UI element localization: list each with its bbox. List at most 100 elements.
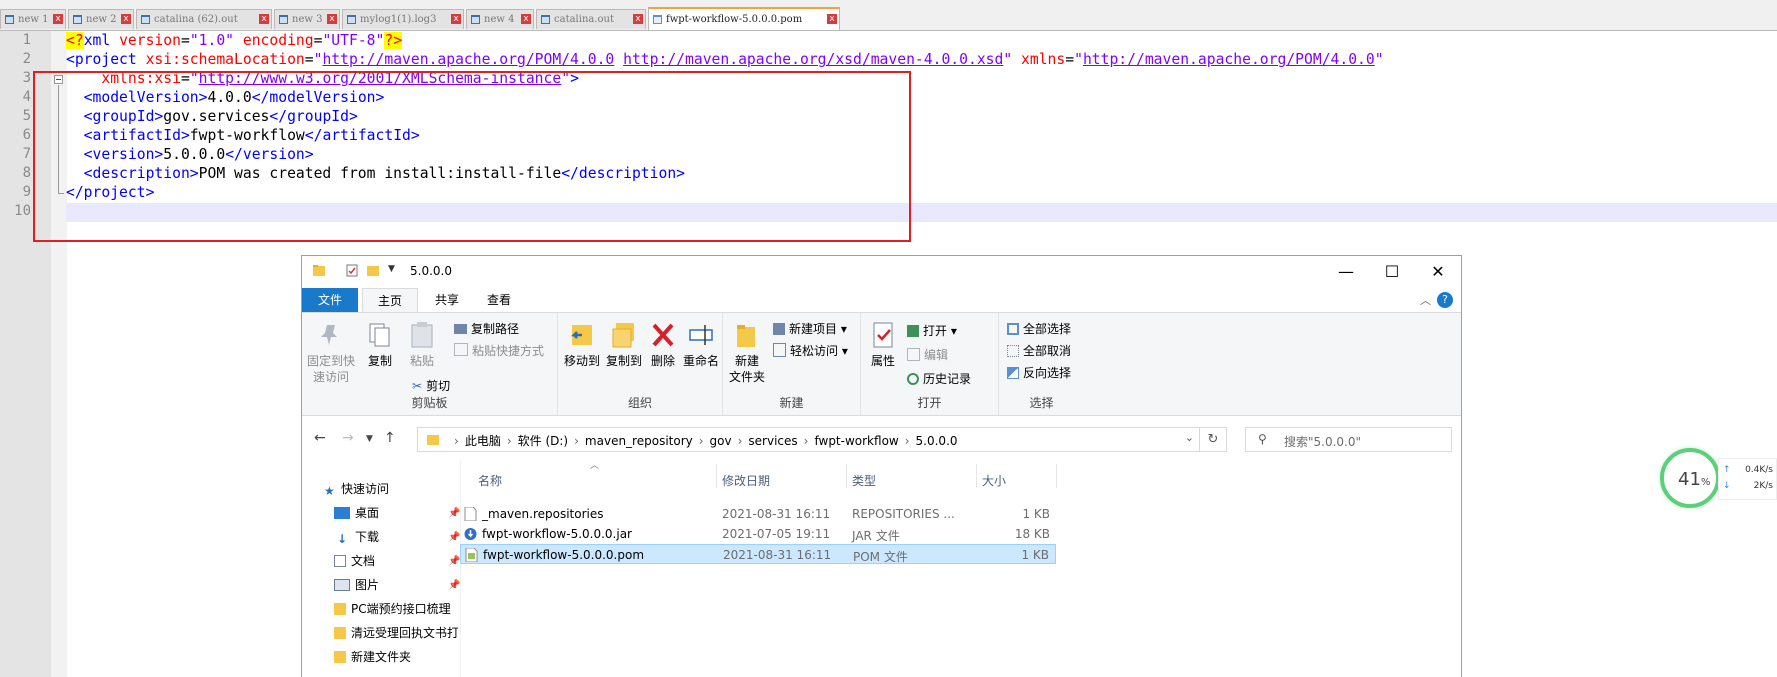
properties-icon[interactable] bbox=[345, 264, 359, 277]
nav-downloads[interactable]: ↓ 下载 bbox=[334, 528, 379, 545]
code-line-2[interactable]: <project xsi:schemaLocation="http://mave… bbox=[66, 51, 1384, 68]
close-icon[interactable]: x bbox=[451, 14, 461, 24]
tab-fwpt-workflow-pom[interactable]: fwpt-workflow-5.0.0.0.pom x bbox=[648, 7, 840, 30]
url-link[interactable]: http://maven.apache.org/xsd/maven-4.0.0.… bbox=[623, 51, 1003, 68]
column-header-size[interactable]: 大小 bbox=[982, 472, 1006, 489]
close-icon[interactable]: x bbox=[827, 14, 837, 24]
tab-new-1[interactable]: new 1 x bbox=[0, 9, 66, 29]
back-arrow-icon[interactable]: ← bbox=[314, 430, 326, 446]
paste-button[interactable]: 粘贴 bbox=[404, 321, 440, 369]
network-monitor-widget[interactable]: 41% ↑ 0.4K/s ↓ 2K/s bbox=[1660, 448, 1777, 512]
nav-folder-pc-appointment[interactable]: PC端预约接口梳理 bbox=[334, 600, 451, 617]
easy-access-button[interactable]: 轻松访问 ▾ bbox=[773, 342, 848, 359]
chevron-down-icon[interactable]: ▼ bbox=[366, 434, 373, 444]
column-header-name[interactable]: 名称 bbox=[478, 472, 502, 489]
nav-label: 桌面 bbox=[355, 506, 380, 520]
search-input[interactable]: ⚲ 搜索"5.0.0.0" bbox=[1245, 427, 1452, 452]
tab-catalina-62[interactable]: catalina (62).out x bbox=[136, 9, 272, 29]
close-icon[interactable]: x bbox=[633, 14, 643, 24]
select-none-button[interactable]: 全部取消 bbox=[1007, 342, 1071, 359]
column-header-modified[interactable]: 修改日期 bbox=[722, 472, 770, 489]
new-folder-button[interactable]: 新建 文件夹 bbox=[727, 321, 767, 385]
table-row-selected[interactable]: fwpt-workflow-5.0.0.0.pom 2021-08-31 16:… bbox=[460, 544, 1056, 564]
edit-button[interactable]: 编辑 bbox=[907, 346, 948, 363]
pin-icon[interactable]: 📌 bbox=[448, 532, 460, 543]
nav-documents[interactable]: 文档 bbox=[334, 552, 375, 569]
pin-icon[interactable]: 📌 bbox=[448, 580, 460, 591]
nav-quick-access[interactable]: ★ 快速访问 bbox=[324, 480, 389, 498]
pin-icon[interactable]: 📌 bbox=[448, 508, 460, 519]
properties-button[interactable]: 属性 bbox=[867, 321, 899, 369]
tab-label: catalina.out bbox=[554, 14, 614, 25]
crumb-drive-d[interactable]: 软件 (D:) bbox=[518, 434, 568, 448]
chevron-up-icon[interactable]: ︿ bbox=[1420, 292, 1431, 308]
tab-new-4[interactable]: new 4 x bbox=[466, 9, 534, 29]
address-box[interactable]: › 此电脑 › 软件 (D:) › maven_repository › gov › servic… bbox=[417, 427, 1227, 452]
up-arrow-icon[interactable]: ↑ bbox=[384, 430, 396, 446]
history-button[interactable]: 历史记录 bbox=[907, 370, 971, 387]
tab-new-3[interactable]: new 3 x bbox=[274, 9, 340, 29]
crumb-fwpt-workflow[interactable]: fwpt-workflow bbox=[814, 434, 898, 448]
delete-button[interactable]: 删除 bbox=[648, 321, 678, 369]
tab-view[interactable]: 查看 bbox=[474, 288, 524, 312]
table-row[interactable]: fwpt-workflow-5.0.0.0.jar 2021-07-05 19:… bbox=[460, 524, 1056, 544]
column-divider[interactable] bbox=[846, 464, 847, 488]
open-button[interactable]: 打开 ▾ bbox=[907, 322, 957, 339]
invert-selection-button[interactable]: 反向选择 bbox=[1007, 364, 1071, 381]
copy-to-button[interactable]: 复制到 bbox=[604, 321, 644, 369]
close-icon[interactable]: x bbox=[259, 14, 269, 24]
close-icon[interactable]: x bbox=[327, 14, 337, 24]
new-item-button[interactable]: 新建项目 ▾ bbox=[773, 320, 847, 337]
refresh-icon[interactable]: ↻ bbox=[1199, 428, 1226, 451]
chevron-down-icon[interactable]: ▼ bbox=[388, 264, 402, 277]
maximize-button[interactable]: ☐ bbox=[1369, 256, 1415, 288]
code-line-1[interactable]: <?xml version="1.0" encoding="UTF-8"?> bbox=[66, 32, 403, 49]
select-all-button[interactable]: 全部选择 bbox=[1007, 320, 1071, 337]
crumb-5000[interactable]: 5.0.0.0 bbox=[916, 434, 958, 448]
title-bar[interactable]: ▼ 5.0.0.0 — ☐ ✕ bbox=[302, 256, 1461, 288]
copy-button[interactable]: 复制 bbox=[362, 321, 398, 369]
nav-pictures[interactable]: 图片 bbox=[334, 576, 379, 593]
copy-path-button[interactable]: 复制路径 bbox=[454, 320, 519, 337]
tab-home[interactable]: 主页 bbox=[362, 288, 418, 312]
url-link[interactable]: http://maven.apache.org/POM/4.0.0 bbox=[322, 51, 614, 68]
tab-catalina[interactable]: catalina.out x bbox=[536, 9, 646, 29]
pin-quick-access-button[interactable]: 固定到快 速访问 bbox=[306, 321, 356, 385]
crumb-this-pc[interactable]: 此电脑 bbox=[465, 434, 501, 448]
nav-folder-new[interactable]: 新建文件夹 bbox=[334, 648, 411, 665]
nav-folder-qingyuan[interactable]: 清远受理回执文书打 bbox=[334, 624, 458, 641]
close-icon[interactable]: x bbox=[121, 14, 131, 24]
pin-icon[interactable]: 📌 bbox=[448, 556, 460, 567]
crumb-services[interactable]: services bbox=[748, 434, 797, 448]
rename-button[interactable]: 重命名 bbox=[682, 321, 720, 369]
xml-attr-value: "UTF-8" bbox=[322, 32, 385, 49]
tab-mylog1[interactable]: mylog1(1).log3 x bbox=[342, 9, 464, 29]
forward-arrow-icon[interactable]: → bbox=[342, 430, 354, 446]
ribbon-group-new: 新建 文件夹 新建项目 ▾ 轻松访问 ▾ 新建 bbox=[723, 313, 861, 415]
url-link[interactable]: http://maven.apache.org/POM/4.0.0 bbox=[1083, 51, 1375, 68]
crumb-maven-repository[interactable]: maven_repository bbox=[585, 434, 693, 448]
column-divider[interactable] bbox=[1056, 464, 1057, 488]
new-folder-icon[interactable] bbox=[366, 264, 380, 277]
nav-desktop[interactable]: 桌面 bbox=[334, 504, 379, 521]
close-icon[interactable]: x bbox=[521, 14, 531, 24]
cut-button[interactable]: ✂ 剪切 bbox=[412, 377, 450, 394]
close-button[interactable]: ✕ bbox=[1415, 256, 1461, 288]
move-to-button[interactable]: 移动到 bbox=[562, 321, 602, 369]
minimize-button[interactable]: — bbox=[1323, 256, 1369, 288]
chevron-down-icon[interactable]: ⌄ bbox=[1185, 431, 1194, 444]
column-header-type[interactable]: 类型 bbox=[852, 472, 876, 489]
line-number: 8 bbox=[22, 165, 31, 181]
column-divider[interactable] bbox=[716, 464, 717, 488]
copy-to-icon bbox=[612, 323, 634, 348]
xml-attr: version bbox=[119, 32, 181, 49]
close-icon[interactable]: x bbox=[53, 14, 63, 24]
table-row[interactable]: _maven.repositories 2021-08-31 16:11 REP… bbox=[460, 504, 1056, 524]
help-icon[interactable]: ? bbox=[1437, 292, 1453, 308]
tab-new-2[interactable]: new 2 x bbox=[68, 9, 134, 29]
column-divider[interactable] bbox=[976, 464, 977, 488]
crumb-gov[interactable]: gov bbox=[710, 434, 732, 448]
paste-shortcut-button[interactable]: 粘贴快捷方式 bbox=[454, 342, 544, 359]
tab-share[interactable]: 共享 bbox=[422, 288, 472, 312]
tab-file[interactable]: 文件 bbox=[302, 288, 358, 312]
